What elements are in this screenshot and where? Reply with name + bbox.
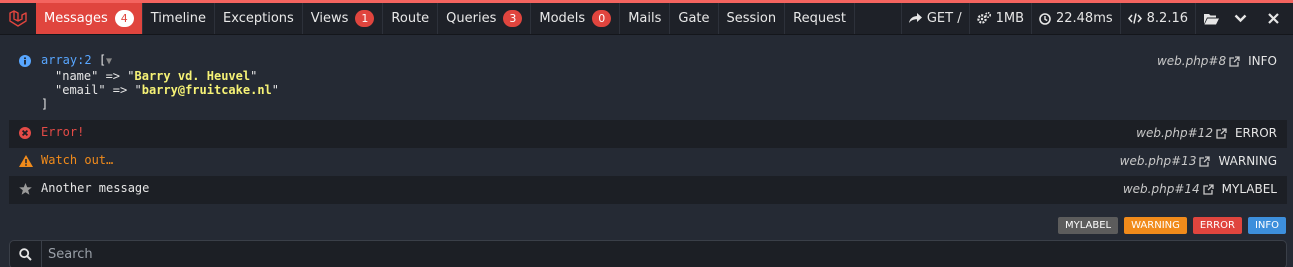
- tab-timeline[interactable]: Timeline: [143, 3, 216, 34]
- level-label: INFO: [1248, 54, 1277, 68]
- open-folder-button[interactable]: [1195, 3, 1227, 34]
- message-row-error: Error! web.php#12 ERROR: [9, 120, 1287, 148]
- filter-error[interactable]: ERROR: [1192, 217, 1242, 234]
- error-icon: [19, 125, 41, 141]
- tab-label: Exceptions: [223, 11, 294, 26]
- tab-queries[interactable]: Queries 3: [438, 3, 532, 34]
- array-key: "name": [55, 69, 99, 83]
- tab-mails[interactable]: Mails: [620, 3, 671, 34]
- chevron-down-icon: [1234, 14, 1246, 23]
- tab-messages[interactable]: Messages 4: [36, 3, 143, 34]
- message-row-info: array:2 [▼ "name" => "Barry vd. Heuvel" …: [9, 48, 1287, 116]
- search-input[interactable]: [42, 247, 1286, 262]
- memory-value: 1MB: [995, 11, 1024, 26]
- tab-gate[interactable]: Gate: [670, 3, 719, 34]
- array-value: Barry vd. Heuvel: [134, 69, 251, 83]
- count-badge: 0: [592, 10, 612, 27]
- file-link[interactable]: web.php#14: [1123, 182, 1200, 196]
- file-link[interactable]: web.php#12: [1136, 126, 1213, 140]
- php-version-indicator[interactable]: 8.2.16: [1119, 3, 1195, 34]
- tab-label: Messages: [44, 11, 108, 26]
- toggle-icon[interactable]: ▼: [106, 56, 112, 67]
- clock-icon: [1039, 12, 1051, 25]
- filter-info[interactable]: INFO: [1247, 217, 1286, 234]
- tab-route[interactable]: Route: [383, 3, 439, 34]
- messages-panel: array:2 [▼ "name" => "Barry vd. Heuvel" …: [9, 48, 1287, 204]
- message-meta: web.php#13 WARNING: [1120, 154, 1277, 168]
- array-quote: ": [134, 83, 142, 97]
- star-icon: [19, 181, 41, 197]
- array-open: [: [98, 53, 107, 67]
- external-link-icon[interactable]: [1229, 55, 1240, 67]
- message-meta: web.php#14 MYLABEL: [1123, 182, 1277, 196]
- message-text: Error!: [41, 125, 85, 139]
- time-indicator[interactable]: 22.48ms: [1030, 3, 1120, 34]
- filter-warning[interactable]: WARNING: [1124, 217, 1187, 234]
- count-badge: 4: [114, 10, 134, 27]
- code-icon: [1127, 13, 1142, 24]
- label-filters: MYLABEL WARNING ERROR INFO: [1057, 217, 1286, 234]
- array-quote: ": [271, 83, 279, 97]
- array-key: "email": [55, 83, 106, 97]
- message-row-warning: Watch out… web.php#13 WARNING: [9, 148, 1287, 176]
- file-link[interactable]: web.php#13: [1120, 154, 1197, 168]
- tab-label: Mails: [628, 11, 662, 26]
- array-arrow: =>: [98, 69, 128, 83]
- external-link-icon[interactable]: [1216, 127, 1227, 139]
- tab-label: Request: [793, 11, 846, 26]
- array-quote: ": [250, 69, 258, 83]
- message-text: Another message: [41, 181, 150, 195]
- laravel-logo-icon[interactable]: [0, 3, 36, 34]
- array-type: array:2: [41, 53, 92, 67]
- count-badge: 3: [503, 10, 523, 27]
- warning-icon: [19, 153, 41, 169]
- search-bar: [9, 240, 1287, 267]
- file-link[interactable]: web.php#8: [1157, 54, 1226, 68]
- message-text: Watch out…: [41, 153, 114, 167]
- tab-label: Queries: [446, 11, 497, 26]
- level-label: ERROR: [1234, 126, 1277, 140]
- php-version: 8.2.16: [1146, 11, 1188, 26]
- external-link-icon[interactable]: [1202, 183, 1214, 195]
- tab-label: Models: [539, 11, 586, 26]
- folder-open-icon: [1204, 13, 1219, 24]
- tab-label: Session: [726, 11, 777, 26]
- array-dump: array:2 [▼ "name" => "Barry vd. Heuvel" …: [41, 53, 1277, 111]
- debugbar-header: Messages 4 Timeline Exceptions Views 1 R…: [0, 3, 1293, 35]
- close-button[interactable]: [1253, 3, 1293, 34]
- level-label: WARNING: [1218, 154, 1277, 168]
- message-row-other: Another message web.php#14 MYLABEL: [9, 176, 1287, 204]
- request-indicator[interactable]: GET /: [900, 3, 969, 34]
- tab-label: Views: [310, 11, 349, 26]
- time-value: 22.48ms: [1055, 11, 1113, 26]
- count-badge: 1: [355, 10, 375, 27]
- array-arrow: =>: [105, 83, 135, 97]
- message-meta: web.php#12 ERROR: [1136, 126, 1277, 140]
- external-link-icon[interactable]: [1199, 155, 1211, 167]
- minimize-button[interactable]: [1227, 3, 1253, 34]
- array-quote: ": [127, 69, 135, 83]
- tab-models[interactable]: Models 0: [531, 3, 621, 34]
- tab-views[interactable]: Views 1: [303, 3, 384, 34]
- share-arrow-icon: [908, 13, 922, 23]
- message-meta: web.php#8 INFO: [1157, 54, 1277, 68]
- request-label: GET /: [926, 11, 962, 26]
- tab-label: Timeline: [150, 11, 207, 26]
- tab-exceptions[interactable]: Exceptions: [215, 3, 303, 34]
- array-close: ]: [41, 97, 49, 111]
- filter-mylabel[interactable]: MYLABEL: [1057, 217, 1119, 234]
- info-icon: [19, 53, 41, 69]
- tab-session[interactable]: Session: [719, 3, 786, 34]
- cogs-icon: [976, 12, 991, 24]
- array-value: barry@fruitcake.nl: [141, 83, 272, 97]
- tab-label: Gate: [678, 11, 710, 26]
- tab-label: Route: [391, 11, 430, 26]
- close-icon: [1267, 13, 1279, 24]
- tab-request[interactable]: Request: [785, 3, 855, 34]
- memory-indicator[interactable]: 1MB: [968, 3, 1031, 34]
- search-icon: [10, 241, 42, 267]
- level-label: MYLABEL: [1221, 182, 1277, 196]
